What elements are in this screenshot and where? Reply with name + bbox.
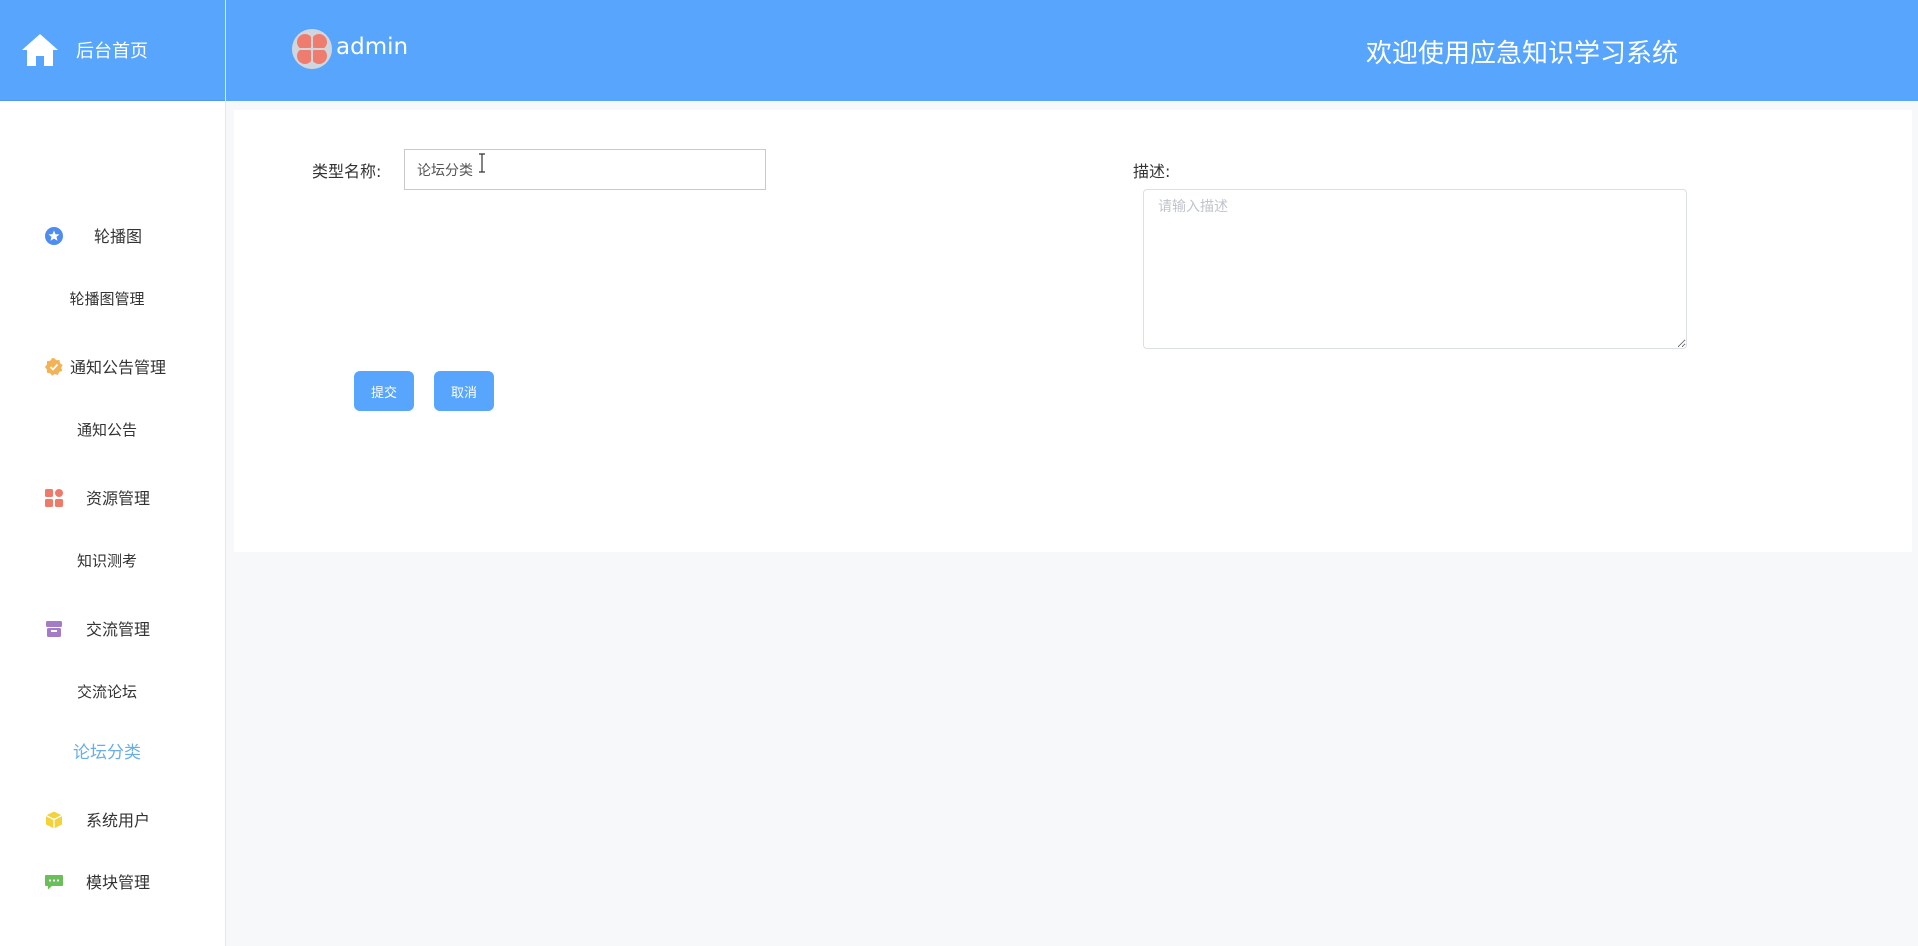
sidebar-group-label: 模块管理 (85, 873, 150, 892)
sidebar-group-label: 轮播图 (93, 227, 142, 246)
sidebar-item-forum-category[interactable]: 论坛分类 (0, 732, 214, 768)
text-cursor-icon (479, 153, 485, 173)
star-badge-icon (45, 227, 63, 245)
sidebar-group-exchange[interactable]: 交流管理 (0, 608, 226, 648)
chat-bubble-icon (45, 875, 63, 890)
sidebar-group-label: 交流管理 (85, 620, 150, 639)
sidebar-group-notice[interactable]: 通知公告管理 (0, 346, 226, 386)
sidebar-group-carousel[interactable]: 轮播图 (0, 215, 226, 255)
cube-icon (45, 811, 63, 829)
sidebar-item-knowledge-test[interactable]: 知识测考 (0, 542, 214, 578)
sidebar-group-label: 资源管理 (85, 489, 150, 508)
sidebar-group-modules[interactable]: 模块管理 (0, 861, 226, 901)
top-header: admin 欢迎使用应急知识学习系统 (226, 0, 1918, 101)
description-textarea[interactable] (1143, 189, 1687, 349)
archive-box-icon (46, 621, 62, 637)
sidebar-group-label: 系统用户 (85, 811, 150, 830)
sidebar-group-label: 通知公告管理 (70, 358, 167, 377)
sidebar-group-system-users[interactable]: 系统用户 (0, 799, 226, 839)
submit-button[interactable]: 提交 (354, 371, 414, 411)
grid-apps-icon (45, 489, 63, 507)
sidebar-brand-home[interactable]: 后台首页 (0, 0, 225, 101)
type-name-input[interactable] (404, 149, 766, 190)
avatar-flower-icon (292, 29, 332, 69)
form-card: 类型名称: 描述: 提交 取消 (234, 110, 1912, 552)
cancel-button[interactable]: 取消 (434, 371, 494, 411)
description-label: 描述: (1133, 162, 1171, 181)
username-label[interactable]: admin (336, 34, 408, 60)
sidebar: 后台首页 轮播图 轮播图管理 通知公告管理 通知公告 资源管理 知识测考 交流管… (0, 0, 226, 946)
sidebar-item-forum[interactable]: 交流论坛 (0, 673, 214, 709)
welcome-title: 欢迎使用应急知识学习系统 (1365, 39, 1678, 69)
avatar[interactable] (292, 29, 332, 69)
sidebar-item-notice[interactable]: 通知公告 (0, 411, 214, 447)
type-name-label: 类型名称: (312, 162, 382, 181)
verified-badge-icon (45, 358, 63, 376)
sidebar-item-carousel-manage[interactable]: 轮播图管理 (0, 280, 214, 316)
brand-label: 后台首页 (76, 41, 148, 62)
sidebar-group-resource[interactable]: 资源管理 (0, 477, 226, 517)
app-layout: 后台首页 轮播图 轮播图管理 通知公告管理 通知公告 资源管理 知识测考 交流管… (0, 0, 1918, 946)
home-icon (22, 34, 58, 66)
